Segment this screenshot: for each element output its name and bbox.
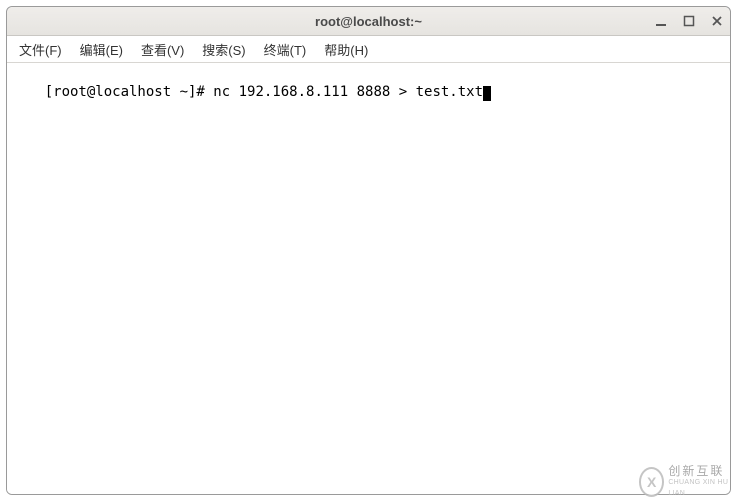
window-title: root@localhost:~ — [7, 14, 730, 29]
menu-file[interactable]: 文件(F) — [15, 38, 66, 61]
maximize-icon — [683, 15, 695, 27]
menu-help[interactable]: 帮助(H) — [320, 38, 372, 61]
maximize-button[interactable] — [682, 14, 696, 28]
cursor-icon — [483, 86, 491, 101]
shell-command: nc 192.168.8.111 8888 > test.txt — [213, 84, 483, 100]
terminal-area[interactable]: [root@localhost ~]# nc 192.168.8.111 888… — [7, 63, 730, 494]
window-controls — [654, 7, 724, 35]
terminal-line: [root@localhost ~]# nc 192.168.8.111 888… — [45, 84, 491, 100]
menubar: 文件(F) 编辑(E) 查看(V) 搜索(S) 终端(T) 帮助(H) — [7, 36, 730, 63]
close-button[interactable] — [710, 14, 724, 28]
minimize-icon — [655, 15, 667, 27]
menu-edit[interactable]: 编辑(E) — [76, 38, 127, 61]
menu-terminal[interactable]: 终端(T) — [260, 38, 311, 61]
close-icon — [711, 15, 723, 27]
menu-view[interactable]: 查看(V) — [137, 38, 188, 61]
minimize-button[interactable] — [654, 14, 668, 28]
menu-search[interactable]: 搜索(S) — [198, 38, 249, 61]
shell-prompt: [root@localhost ~]# — [45, 84, 214, 100]
terminal-window: root@localhost:~ 文件(F) 编辑(E) 查看 — [6, 6, 731, 495]
titlebar[interactable]: root@localhost:~ — [7, 7, 730, 36]
